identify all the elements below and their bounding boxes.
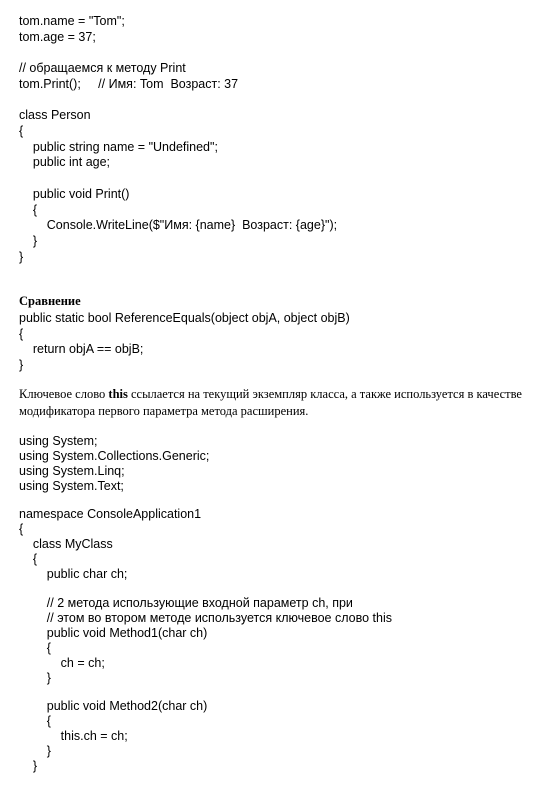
code-line: public static bool ReferenceEquals(objec… (19, 311, 350, 325)
code-line: { (19, 641, 51, 655)
code-line: public void Method1(char ch) (19, 626, 208, 640)
code-line: { (19, 327, 24, 341)
code-line: Console.WriteLine($"Имя: {name} Возраст:… (19, 218, 338, 232)
code-line: tom.name = "Tom"; (19, 14, 125, 28)
section-heading: Сравнение (19, 294, 81, 308)
code-line: return objA == objB; (19, 342, 144, 356)
code-line: using System; (19, 434, 98, 448)
code-line: using System.Text; (19, 479, 124, 493)
code-line: { (19, 714, 51, 728)
code-comment: // обращаемся к методу Print (19, 61, 186, 75)
code-line: tom.age = 37; (19, 30, 96, 44)
code-line: public int age; (19, 155, 111, 169)
code-line: this.ch = ch; (19, 729, 128, 743)
code-line: } (19, 234, 38, 248)
code-line: } (19, 671, 51, 685)
code-line: class Person (19, 108, 91, 122)
code-line: public string name = "Undefined"; (19, 140, 218, 154)
code-comment: // этом во втором методе используется кл… (19, 611, 392, 625)
code-line: tom.Print(); // Имя: Tom Возраст: 37 (19, 77, 239, 91)
code-line: { (19, 552, 38, 566)
code-line: class MyClass (19, 537, 113, 551)
code-line: } (19, 250, 24, 264)
code-line: { (19, 124, 24, 138)
code-line: using System.Collections.Generic; (19, 449, 210, 463)
code-line: namespace ConsoleApplication1 (19, 507, 202, 521)
code-line: public void Method2(char ch) (19, 699, 208, 713)
code-line: public char ch; (19, 567, 128, 581)
code-line: } (19, 744, 51, 758)
code-line: } (19, 358, 24, 372)
code-line: { (19, 522, 24, 536)
document-page: tom.name = "Tom"; tom.age = 37; // обращ… (0, 0, 557, 808)
code-line: } (19, 759, 38, 773)
code-comment: // 2 метода использующие входной парамет… (19, 596, 353, 610)
paragraph-text-before: Ключевое слово (19, 387, 109, 401)
code-line: ch = ch; (19, 656, 105, 670)
code-line: public void Print() (19, 187, 130, 201)
code-line: { (19, 203, 38, 217)
code-line: using System.Linq; (19, 464, 125, 478)
keyword-this: this (108, 387, 128, 401)
body-paragraph: Ключевое слово this ссылается на текущий… (19, 386, 541, 420)
